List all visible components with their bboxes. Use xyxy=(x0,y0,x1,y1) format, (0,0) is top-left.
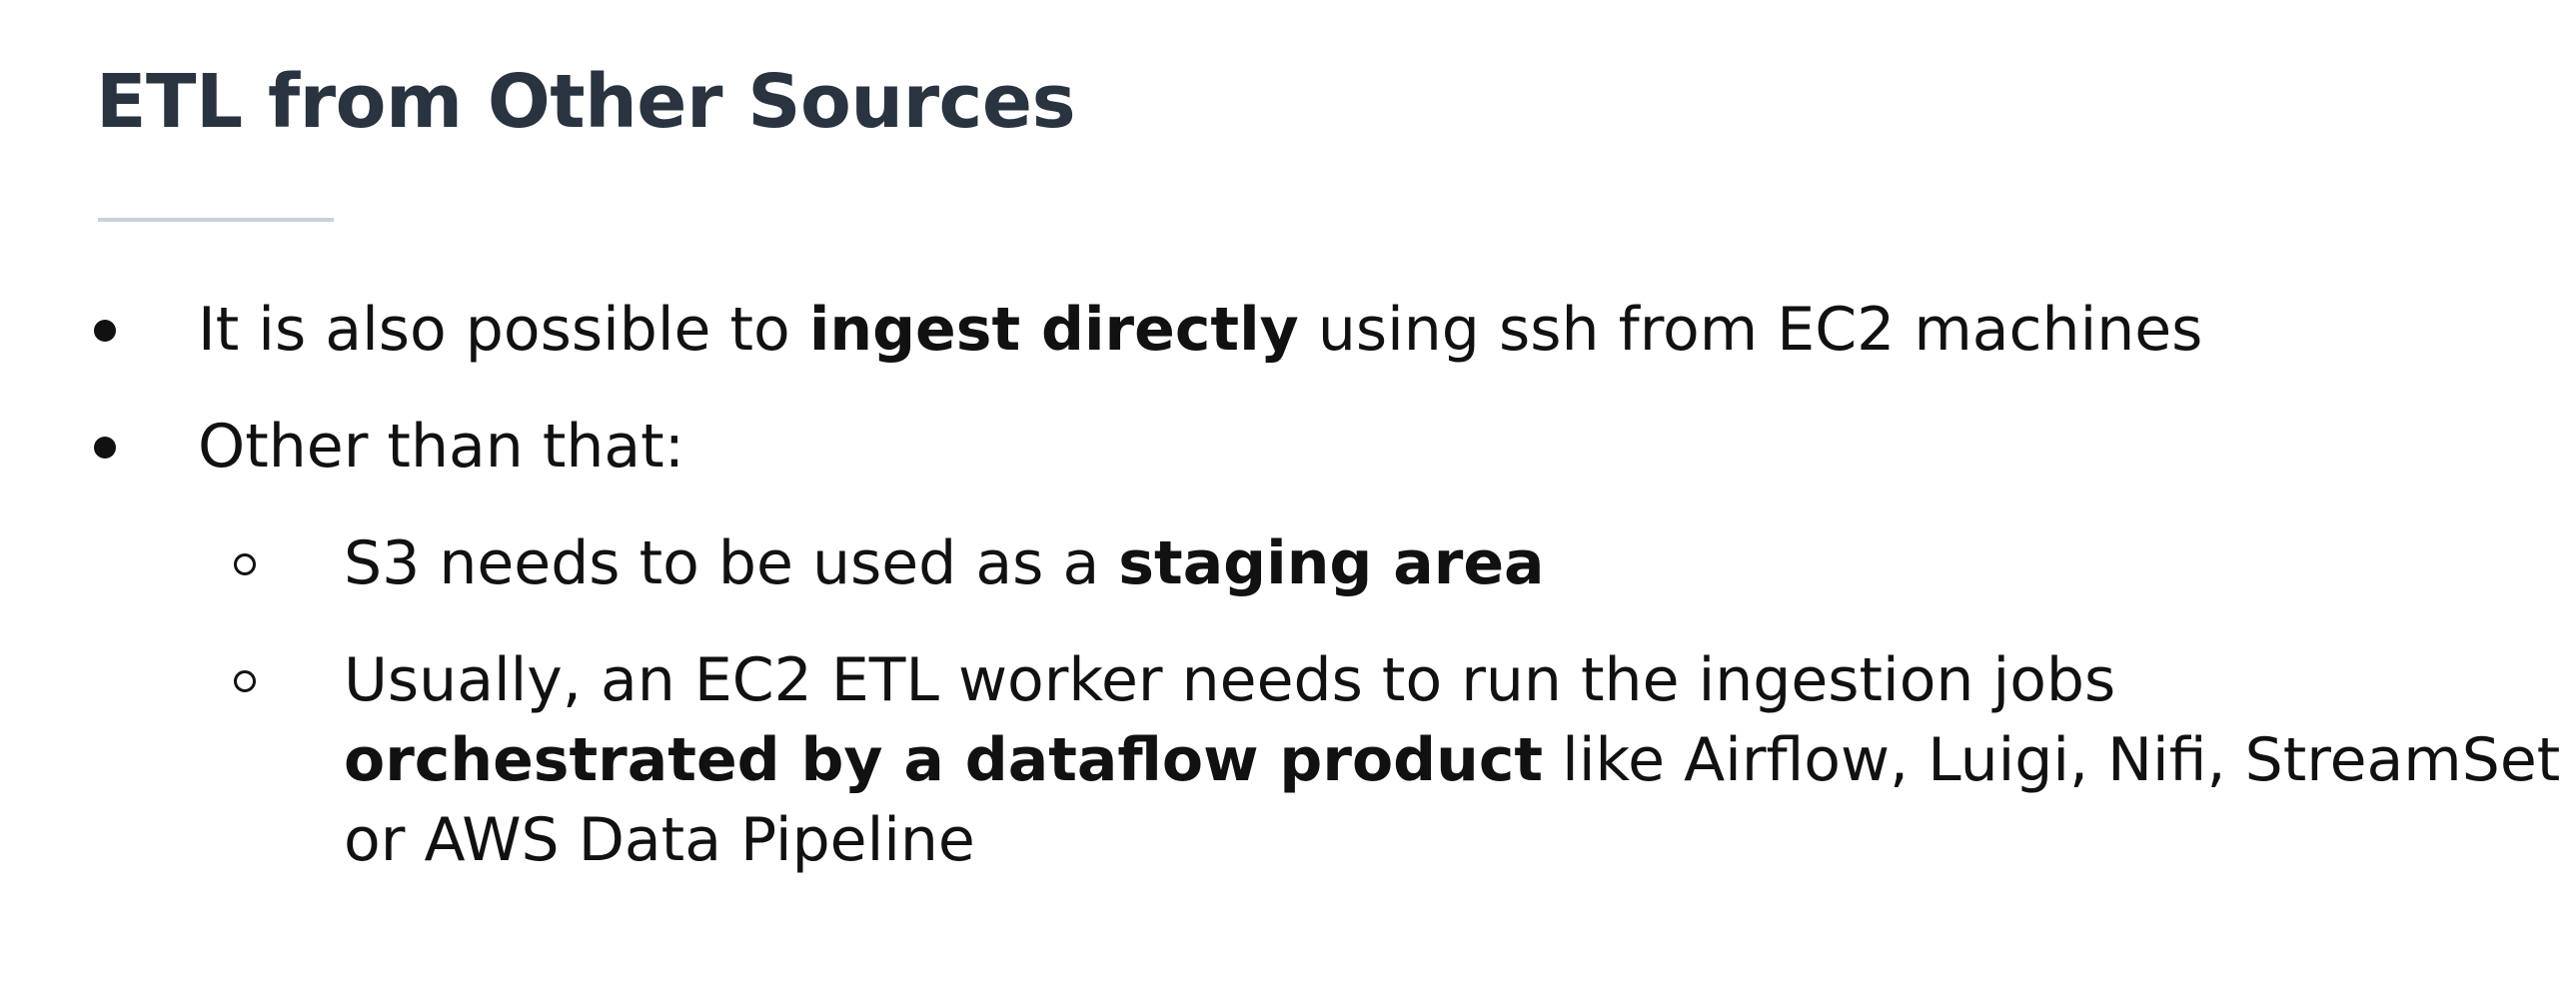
bullet-item: Other than that: xyxy=(94,407,684,487)
sub-bullet-item: S3 needs to be used as a staging area xyxy=(234,523,1545,603)
sub-bullet-line-3: or AWS Data Pipeline xyxy=(344,805,975,875)
sub-bullet-line-1: Usually, an EC2 ETL worker needs to run … xyxy=(344,645,2116,715)
sub-bullet-text-bold: orchestrated by a dataflow product xyxy=(344,725,1544,795)
sub-bullet-text: S3 needs to be used as a staging area xyxy=(344,528,1545,598)
bullet-text-pre: It is also possible to xyxy=(198,295,809,365)
title-underline-rule xyxy=(98,218,334,222)
bullet-ring-icon xyxy=(234,670,256,692)
sub-bullet-item: Usually, an EC2 ETL worker needs to run … xyxy=(234,640,2560,880)
sub-bullet-text-bold: staging area xyxy=(1118,528,1545,598)
sub-bullet-line-2: orchestrated by a dataflow product like … xyxy=(344,720,2560,800)
sub-bullet-line-2-post: like Airflow, Luigi, Nifi, StreamSet xyxy=(1543,725,2561,795)
bullet-dot-icon xyxy=(94,437,116,459)
bullet-text: Other than that: xyxy=(198,412,684,482)
bullet-text-bold: ingest directly xyxy=(808,295,1299,365)
bullet-text-post: using ssh from EC2 machines xyxy=(1298,295,2203,365)
bullet-text: It is also possible to ingest directly u… xyxy=(198,295,2202,365)
bullet-ring-icon xyxy=(234,553,256,575)
sub-bullet-text: Usually, an EC2 ETL worker needs to run … xyxy=(344,640,2560,880)
bullet-dot-icon xyxy=(94,320,116,342)
slide-title: ETL from Other Sources xyxy=(96,59,1076,145)
sub-bullet-text-pre: S3 needs to be used as a xyxy=(344,528,1119,598)
bullet-item: It is also possible to ingest directly u… xyxy=(94,290,2202,370)
slide: ETL from Other Sources It is also possib… xyxy=(0,0,2576,989)
